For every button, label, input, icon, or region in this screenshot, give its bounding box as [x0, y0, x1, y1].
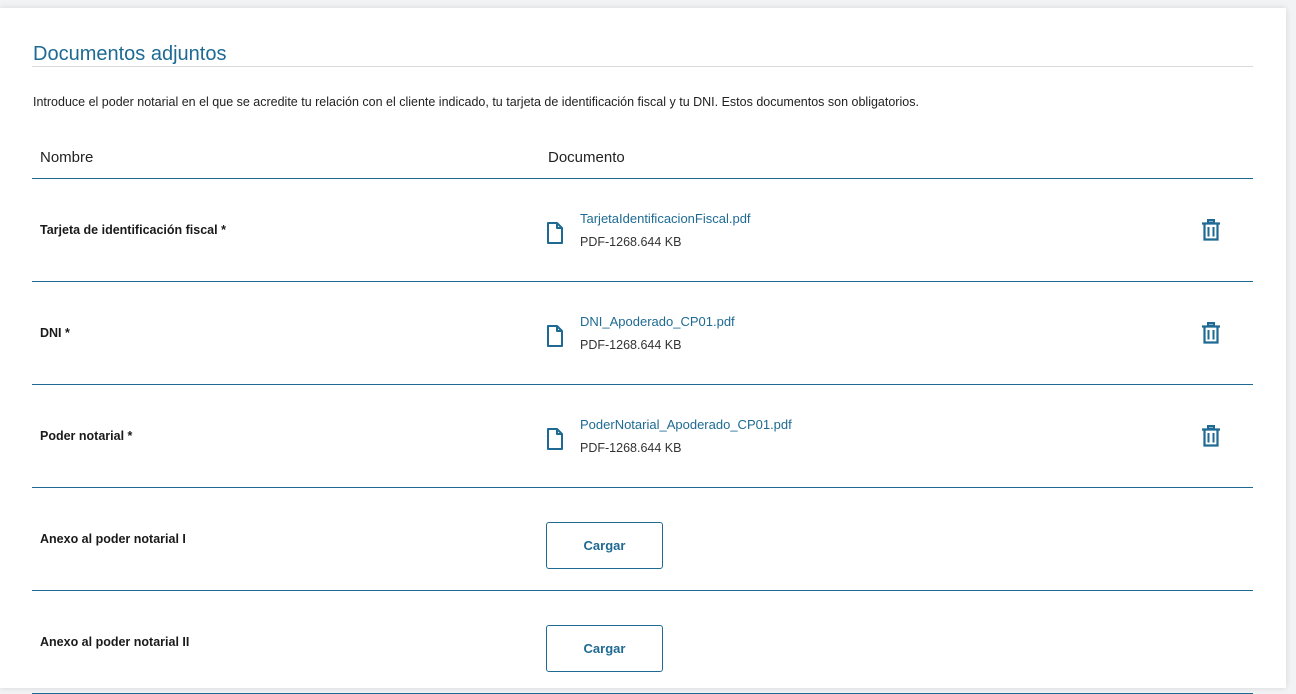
- column-header-name: Nombre: [40, 149, 94, 166]
- table-row: Anexo al poder notarial II Cargar: [32, 591, 1253, 694]
- section-title: Documentos adjuntos: [33, 43, 227, 65]
- document-type-label: DNI *: [40, 326, 70, 340]
- table-row: Poder notarial * PoderNotarial_Apoderado…: [32, 385, 1253, 488]
- title-divider: [32, 66, 1253, 67]
- table-row: DNI * DNI_Apoderado_CP01.pdf PDF-1268.64…: [32, 282, 1253, 385]
- table-row: Anexo al poder notarial I Cargar: [32, 488, 1253, 591]
- column-header-document: Documento: [548, 149, 625, 166]
- trash-icon[interactable]: [1201, 425, 1221, 447]
- trash-icon[interactable]: [1201, 219, 1221, 241]
- document-type-label: Anexo al poder notarial II: [40, 635, 190, 649]
- table-header: Nombre Documento: [32, 144, 1253, 179]
- file-meta: PDF-1268.644 KB: [580, 441, 682, 455]
- file-meta: PDF-1268.644 KB: [580, 235, 682, 249]
- document-icon: [547, 325, 563, 347]
- upload-button[interactable]: Cargar: [546, 625, 663, 672]
- file-link[interactable]: DNI_Apoderado_CP01.pdf: [580, 314, 735, 329]
- attachments-card: Documentos adjuntos Introduce el poder n…: [0, 8, 1286, 694]
- file-meta: PDF-1268.644 KB: [580, 338, 682, 352]
- document-icon: [547, 222, 563, 244]
- document-type-label: Poder notarial *: [40, 429, 133, 443]
- documents-table: Nombre Documento Tarjeta de identificaci…: [32, 144, 1253, 694]
- upload-button[interactable]: Cargar: [546, 522, 663, 569]
- document-type-label: Tarjeta de identificación fiscal *: [40, 223, 226, 237]
- intro-text: Introduce el poder notarial en el que se…: [33, 95, 919, 109]
- document-type-label: Anexo al poder notarial I: [40, 532, 186, 546]
- table-row: Tarjeta de identificación fiscal * Tarje…: [32, 179, 1253, 282]
- file-link[interactable]: TarjetaIdentificacionFiscal.pdf: [580, 211, 751, 226]
- document-icon: [547, 428, 563, 450]
- trash-icon[interactable]: [1201, 322, 1221, 344]
- file-link[interactable]: PoderNotarial_Apoderado_CP01.pdf: [580, 417, 792, 432]
